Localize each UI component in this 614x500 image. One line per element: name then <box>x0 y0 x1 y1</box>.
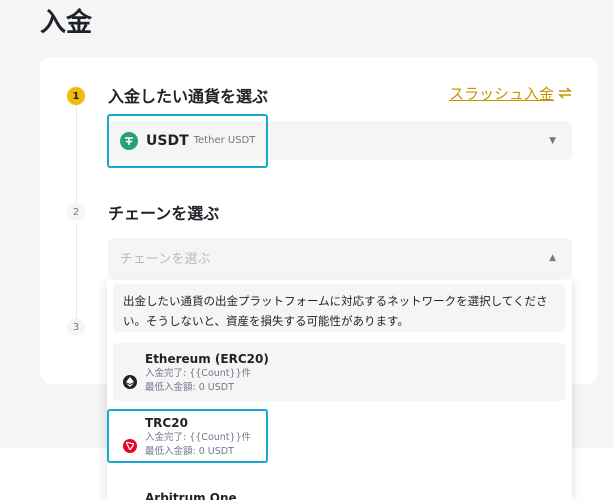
network-option-trc20[interactable]: TRC20 入金完了: {{Count}}件 最低入金額: 0 USDT <box>113 407 565 465</box>
network-dropdown: 出金したい通貨の出金プラットフォームに対応するネットワークを選択してください。そ… <box>107 280 572 500</box>
network-minimum: 最低入金額: 0 USDT <box>145 382 234 393</box>
network-minimum: 最低入金額: 0 USDT <box>145 446 234 457</box>
network-name: TRC20 <box>145 416 188 430</box>
swap-arrows-icon <box>558 85 572 103</box>
slash-deposit-label: スラッシュ入金 <box>448 85 554 103</box>
tether-icon <box>120 131 138 150</box>
step-1-title: 入金したい通貨を選ぶ <box>108 87 269 106</box>
coin-symbol: USDT <box>146 132 189 149</box>
selected-coin: USDT Tether USDT <box>120 131 256 150</box>
coin-full-name: Tether USDT <box>193 135 256 146</box>
network-option-arbitrum[interactable]: Arbitrum One <box>113 471 565 500</box>
page-title: 入金 <box>40 8 93 38</box>
network-option-ethereum[interactable]: Ethereum (ERC20) 入金完了: {{Count}}件 最低入金額:… <box>113 343 565 401</box>
network-warning: 出金したい通貨の出金プラットフォームに対応するネットワークを選択してください。そ… <box>113 284 565 332</box>
caret-down-icon: ▼ <box>549 135 556 146</box>
network-name: Ethereum (ERC20) <box>145 352 269 366</box>
network-arrival: 入金完了: {{Count}}件 <box>145 432 252 443</box>
tron-icon <box>123 439 137 453</box>
network-arrival: 入金完了: {{Count}}件 <box>145 368 252 379</box>
caret-up-icon: ▲ <box>549 252 556 263</box>
step-3-badge: 3 <box>67 318 85 336</box>
step-connector <box>76 223 77 319</box>
coin-select[interactable]: USDT Tether USDT ▼ <box>108 121 572 160</box>
step-1-badge: 1 <box>67 87 85 105</box>
network-name: Arbitrum One <box>145 491 237 500</box>
step-connector <box>76 105 77 209</box>
chain-select-placeholder: チェーンを選ぶ <box>120 252 211 267</box>
step-2-badge: 2 <box>67 203 85 221</box>
ethereum-icon <box>123 375 137 389</box>
step-2-title: チェーンを選ぶ <box>108 204 220 223</box>
chain-select[interactable]: チェーンを選ぶ ▲ <box>108 238 572 277</box>
slash-deposit-link[interactable]: スラッシュ入金 <box>449 83 572 104</box>
